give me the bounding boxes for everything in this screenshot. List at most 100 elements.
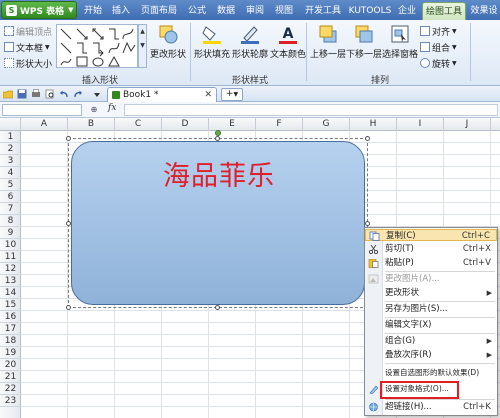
menu-item-save-as-picture[interactable]: 另存为图片(S)... xyxy=(365,303,497,315)
tab-developer[interactable]: 开发工具 xyxy=(300,2,346,20)
group-button[interactable]: 组合 ▼ xyxy=(420,40,457,54)
column-header[interactable]: D xyxy=(162,118,209,131)
resize-handle-bottom-left[interactable] xyxy=(66,305,71,310)
resize-handle-top[interactable] xyxy=(215,136,220,141)
row-header[interactable]: 11 xyxy=(0,251,21,263)
resize-handle-top-right[interactable] xyxy=(365,136,370,141)
new-tab-button[interactable]: +▼ xyxy=(221,88,243,101)
redo-icon[interactable] xyxy=(73,89,83,99)
row-header[interactable]: 3 xyxy=(0,155,21,167)
rounded-rectangle-shape[interactable]: 海品菲乐 xyxy=(71,141,365,305)
column-header[interactable]: G xyxy=(303,118,350,131)
menu-item-paste[interactable]: 粘贴(P) Ctrl+V xyxy=(365,257,497,269)
row-header[interactable]: 19 xyxy=(0,347,21,359)
shape-fill-button[interactable]: 形状填充 xyxy=(194,24,230,60)
open-folder-icon[interactable] xyxy=(3,89,13,99)
resize-handle-bottom[interactable] xyxy=(215,305,220,310)
resize-handle-right[interactable] xyxy=(365,221,370,226)
menu-item-label: 设置自选图形的默认效果(D) xyxy=(385,368,480,377)
row-header[interactable]: 14 xyxy=(0,287,21,299)
text-color-button[interactable]: A 文本颜色 xyxy=(270,24,306,60)
menu-item-hyperlink[interactable]: 超链接(H)... Ctrl+K xyxy=(365,401,497,413)
column-header[interactable]: I xyxy=(397,118,444,131)
shape-text[interactable]: 海品菲乐 xyxy=(72,154,366,193)
name-box[interactable] xyxy=(2,104,82,116)
row-header[interactable]: 22 xyxy=(0,383,21,395)
group-label: 组合 xyxy=(432,43,451,54)
row-header[interactable]: 21 xyxy=(0,371,21,383)
customize-dropdown-icon[interactable] xyxy=(92,89,102,99)
document-tab[interactable]: Book1 * ✕ xyxy=(107,87,217,102)
row-header[interactable]: 13 xyxy=(0,275,21,287)
menu-item-copy[interactable]: 复制(C) Ctrl+C xyxy=(365,229,497,241)
change-shape-button[interactable]: 更改形状 xyxy=(150,24,186,60)
tab-kutools[interactable]: KUTOOLS xyxy=(348,2,392,20)
textbox-button[interactable]: 文本框 ▼ xyxy=(4,40,50,54)
menu-item-group[interactable]: 组合(G) ▶ xyxy=(365,335,497,347)
send-backward-button[interactable]: 下移一层 xyxy=(346,24,382,60)
select-all-corner[interactable] xyxy=(0,118,21,131)
tab-enterprise[interactable]: 企业 xyxy=(394,2,420,20)
tab-effects[interactable]: 效果设 xyxy=(468,2,500,20)
menu-item-set-default-effect[interactable]: 设置自选图形的默认效果(D) xyxy=(365,367,497,379)
column-header[interactable]: A xyxy=(21,118,68,131)
menu-item-shortcut: Ctrl+C xyxy=(461,231,490,241)
resize-handle-top-left[interactable] xyxy=(66,136,71,141)
tab-drawing-tools[interactable]: 绘图工具 xyxy=(422,2,466,20)
row-header[interactable]: 16 xyxy=(0,311,21,323)
row-header[interactable]: 4 xyxy=(0,167,21,179)
selection-pane-button[interactable]: 选择窗格 xyxy=(382,24,418,60)
wps-menu-button[interactable]: S WPS 表格 ▼ xyxy=(1,1,77,19)
row-header[interactable]: 9 xyxy=(0,227,21,239)
tab-formulas[interactable]: 公式 xyxy=(184,2,210,20)
insert-function-icon[interactable]: fx xyxy=(108,103,120,117)
shape-outline-button[interactable]: 形状轮廓 xyxy=(232,24,268,60)
bring-forward-button[interactable]: 上移一层 xyxy=(310,24,346,60)
menu-item-cut[interactable]: 剪切(T) Ctrl+X xyxy=(365,243,497,255)
rotate-button[interactable]: 旋转 ▼ xyxy=(420,56,457,70)
row-header[interactable]: 8 xyxy=(0,215,21,227)
gallery-scrollbar[interactable]: ▲ ▼ xyxy=(138,24,147,68)
column-header[interactable]: B xyxy=(68,118,115,131)
save-icon[interactable] xyxy=(17,89,27,99)
tab-page-layout[interactable]: 页面布局 xyxy=(136,2,182,20)
row-header[interactable]: 12 xyxy=(0,263,21,275)
row-header[interactable]: 17 xyxy=(0,323,21,335)
row-header[interactable]: 5 xyxy=(0,179,21,191)
row-header[interactable]: 10 xyxy=(0,239,21,251)
row-header[interactable]: 7 xyxy=(0,203,21,215)
menu-item-order[interactable]: 叠放次序(R) ▶ xyxy=(365,349,497,361)
undo-icon[interactable] xyxy=(59,89,69,99)
scissors-icon xyxy=(369,244,378,254)
row-header[interactable]: 23 xyxy=(0,395,21,407)
menu-item-label: 叠放次序(R) xyxy=(385,350,432,360)
row-header[interactable]: 15 xyxy=(0,299,21,311)
row-header[interactable]: 2 xyxy=(0,143,21,155)
print-icon[interactable] xyxy=(31,89,41,99)
row-header[interactable]: 18 xyxy=(0,335,21,347)
close-icon[interactable]: ✕ xyxy=(204,90,212,100)
tab-data[interactable]: 数据 xyxy=(213,2,239,20)
tab-view[interactable]: 视图 xyxy=(271,2,297,20)
column-header[interactable]: F xyxy=(256,118,303,131)
shapes-gallery[interactable] xyxy=(56,24,138,68)
zoom-search-icon[interactable]: ⊕ xyxy=(88,104,100,116)
column-header[interactable]: H xyxy=(350,118,397,131)
tab-insert[interactable]: 插入 xyxy=(108,2,134,20)
row-header[interactable]: 20 xyxy=(0,359,21,371)
tab-home[interactable]: 开始 xyxy=(80,2,106,20)
column-header[interactable]: C xyxy=(115,118,162,131)
align-button[interactable]: 对齐 ▼ xyxy=(420,24,457,38)
tab-review[interactable]: 审阅 xyxy=(242,2,268,20)
row-header[interactable]: 1 xyxy=(0,131,21,143)
column-header[interactable]: J xyxy=(444,118,491,131)
column-header[interactable]: E xyxy=(209,118,256,131)
edit-vertex-button[interactable]: 编辑顶点 xyxy=(4,24,52,38)
resize-handle-left[interactable] xyxy=(66,221,71,226)
formula-input[interactable] xyxy=(124,104,498,116)
row-header[interactable]: 6 xyxy=(0,191,21,203)
shape-size-button[interactable]: 形状大小 xyxy=(4,56,52,70)
menu-item-edit-text[interactable]: 编辑文字(X) xyxy=(365,319,497,331)
print-preview-icon[interactable] xyxy=(45,89,55,99)
menu-item-change-shape[interactable]: 更改形状 ▶ xyxy=(365,287,497,299)
